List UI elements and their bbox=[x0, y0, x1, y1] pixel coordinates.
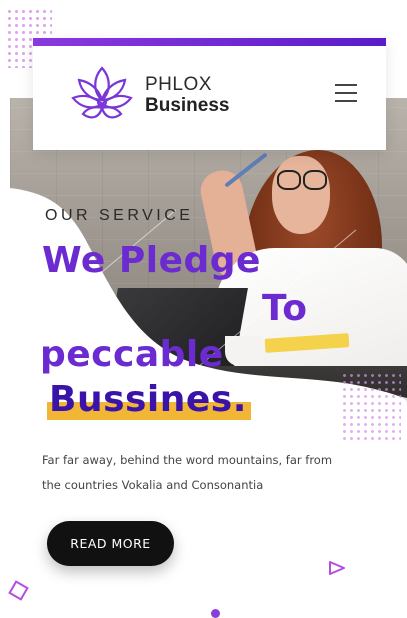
read-more-button[interactable]: READ MORE bbox=[47, 521, 174, 566]
decorative-diamond-shape bbox=[8, 580, 29, 601]
section-overline: OUR SERVICE bbox=[45, 207, 194, 224]
headline-line-4-highlighted: Bussines. bbox=[47, 380, 251, 420]
hamburger-menu-icon[interactable] bbox=[335, 82, 357, 104]
lotus-logo-icon[interactable] bbox=[69, 62, 135, 124]
headline-line-3: peccable bbox=[40, 334, 224, 375]
site-header: PHLOX Business bbox=[33, 38, 386, 150]
header-accent-bar bbox=[33, 38, 386, 46]
headline-line-1: We Pledge bbox=[42, 240, 261, 281]
headline-line-2: To bbox=[262, 288, 308, 329]
decorative-triangle-shape bbox=[329, 561, 345, 575]
brand-name-bottom[interactable]: Business bbox=[145, 95, 229, 117]
brand-name-top[interactable]: PHLOX bbox=[145, 74, 212, 96]
hero-description: Far far away, behind the word mountains,… bbox=[42, 453, 333, 492]
decorative-dots-right bbox=[341, 372, 401, 442]
